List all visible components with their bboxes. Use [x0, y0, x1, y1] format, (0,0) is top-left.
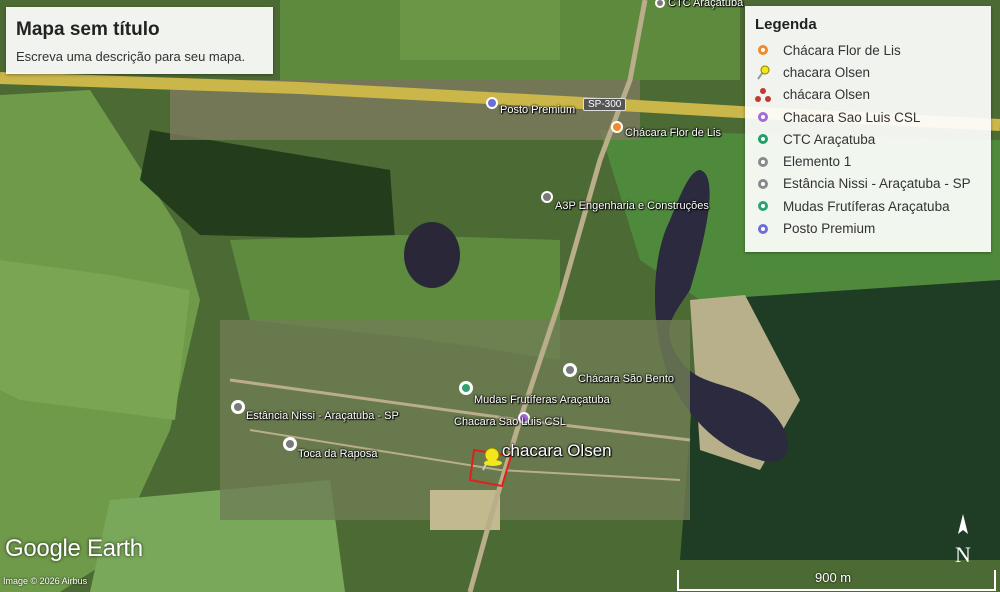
legend-item[interactable]: CTC Araçatuba: [755, 128, 971, 150]
label-nissi: Estância Nissi - Araçatuba - SP: [246, 410, 399, 422]
orange-circle-icon: [755, 42, 771, 58]
legend-item[interactable]: Chacara Sao Luis CSL: [755, 106, 971, 128]
label-a3p: A3P Engenharia e Construções: [555, 200, 709, 212]
legend-item[interactable]: Estância Nissi - Araçatuba - SP: [755, 173, 971, 195]
pin-a3p[interactable]: [541, 191, 553, 203]
purple-circle-icon: [755, 109, 771, 125]
map-title-panel[interactable]: Mapa sem título Escreva uma descrição pa…: [6, 7, 273, 74]
map-description[interactable]: Escreva uma descrição para seu mapa.: [16, 49, 245, 64]
label-toca: Toca da Raposa: [298, 448, 378, 460]
pin-posto[interactable]: [486, 97, 498, 109]
legend-item-label: Chácara Flor de Lis: [783, 42, 901, 58]
legend-panel: Legenda Chácara Flor de Lis chacara Olse…: [745, 6, 991, 252]
map-title[interactable]: Mapa sem título: [16, 19, 160, 41]
gray-circle-icon: [755, 176, 771, 192]
legend-heading: Legenda: [755, 16, 817, 33]
gray-circle-icon: [755, 154, 771, 170]
label-olsen: chacara Olsen: [502, 441, 612, 460]
legend-item[interactable]: chacara Olsen: [755, 61, 971, 83]
legend-item-label: chacara Olsen: [783, 64, 871, 80]
yellow-pushpin-icon: [755, 64, 771, 81]
legend-list: Chácara Flor de Lis chacara Olsen chácar…: [755, 39, 971, 240]
legend-item[interactable]: chácara Olsen: [755, 84, 971, 106]
pin-mudas[interactable]: [459, 381, 473, 395]
road-shield-sp300: SP-300: [583, 98, 627, 111]
green-circle-icon: [755, 131, 771, 147]
legend-item-label: Posto Premium: [783, 221, 876, 237]
field-top-2: [400, 0, 560, 60]
label-posto: Posto Premium: [500, 104, 576, 116]
legend-item-label: CTC Araçatuba: [783, 131, 876, 147]
scale-label: 900 m: [815, 570, 852, 585]
pin-nissi[interactable]: [231, 400, 245, 414]
legend-item-label: Mudas Frutíferas Araçatuba: [783, 198, 950, 214]
legend-item-label: Chacara Sao Luis CSL: [783, 109, 921, 125]
label-flor: Chácara Flor de Lis: [625, 127, 721, 139]
pin-bento[interactable]: [563, 363, 577, 377]
imagery-attribution: Image © 2026 Airbus: [3, 576, 88, 586]
label-bento: Chácara São Bento: [578, 373, 675, 385]
legend-item-label: Elemento 1: [783, 154, 852, 170]
legend-item[interactable]: Posto Premium: [755, 217, 971, 239]
legend-item[interactable]: Mudas Frutíferas Araçatuba: [755, 195, 971, 217]
pin-flor[interactable]: [611, 121, 623, 133]
google-earth-logo: Google Earth: [5, 535, 143, 562]
legend-item-label: chácara Olsen: [783, 87, 871, 103]
north-letter: N: [955, 542, 971, 567]
indigo-circle-icon: [755, 221, 771, 237]
legend-item[interactable]: Elemento 1: [755, 150, 971, 172]
label-ctc: CTC Araçatuba: [668, 0, 744, 9]
label-saoluis: Chacara Sao Luis CSL: [454, 416, 566, 428]
green-circle-icon: [755, 198, 771, 214]
lake-small: [404, 222, 460, 288]
red-polygon-icon: [755, 87, 771, 103]
legend-item-label: Estância Nissi - Araçatuba - SP: [783, 176, 971, 192]
label-mudas: Mudas Frutíferas Araçatuba: [474, 394, 610, 406]
pin-toca[interactable]: [283, 437, 297, 451]
north-arrow-icon[interactable]: N: [952, 514, 974, 568]
legend-item[interactable]: Chácara Flor de Lis: [755, 39, 971, 61]
